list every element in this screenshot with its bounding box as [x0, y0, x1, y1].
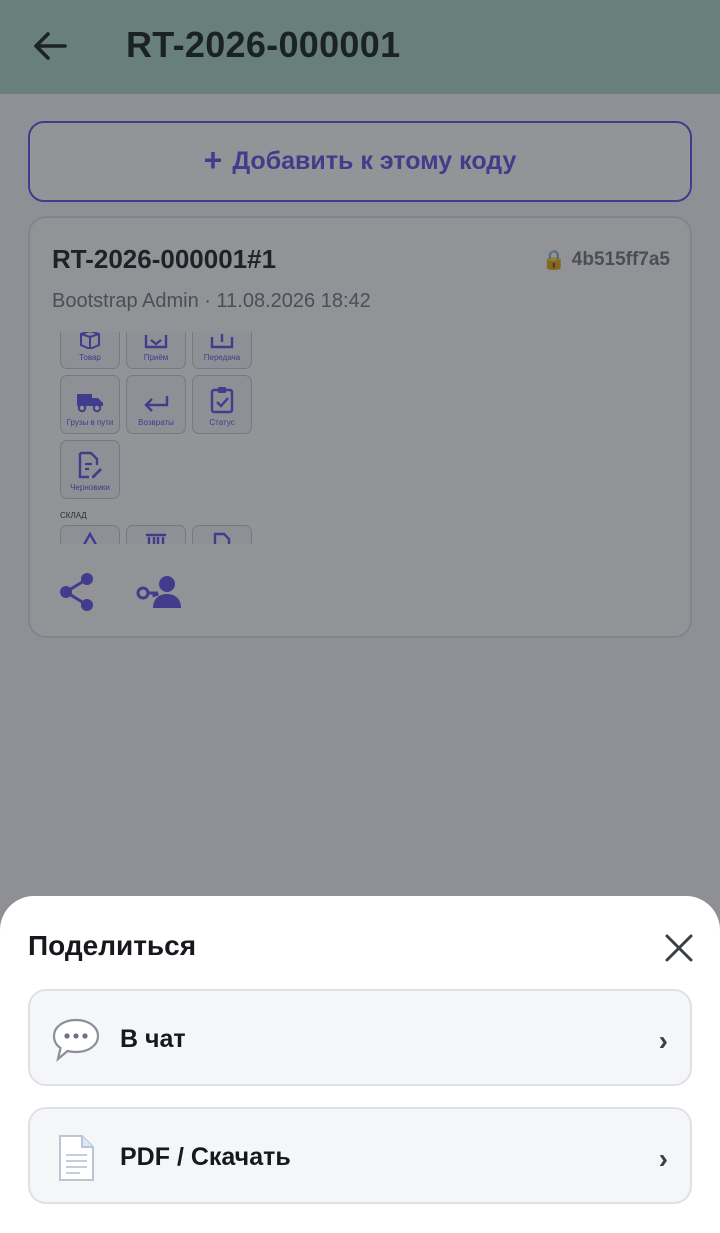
pdf-download-option[interactable]: PDF / Скачать › — [28, 1107, 692, 1204]
option-label: В чат — [120, 1025, 186, 1053]
option-label: PDF / Скачать — [120, 1143, 291, 1171]
close-button[interactable] — [660, 929, 698, 967]
close-icon — [665, 934, 693, 962]
speech-bubble-icon — [52, 1018, 100, 1062]
chevron-right-icon: › — [658, 1025, 668, 1056]
share-bottom-sheet: Поделиться В чат › PDF / Скачать › — [0, 896, 720, 1233]
sheet-title: Поделиться — [28, 930, 197, 961]
document-icon — [59, 1135, 94, 1181]
chevron-right-icon: › — [658, 1143, 668, 1174]
share-to-chat-option[interactable]: В чат › — [28, 989, 692, 1086]
